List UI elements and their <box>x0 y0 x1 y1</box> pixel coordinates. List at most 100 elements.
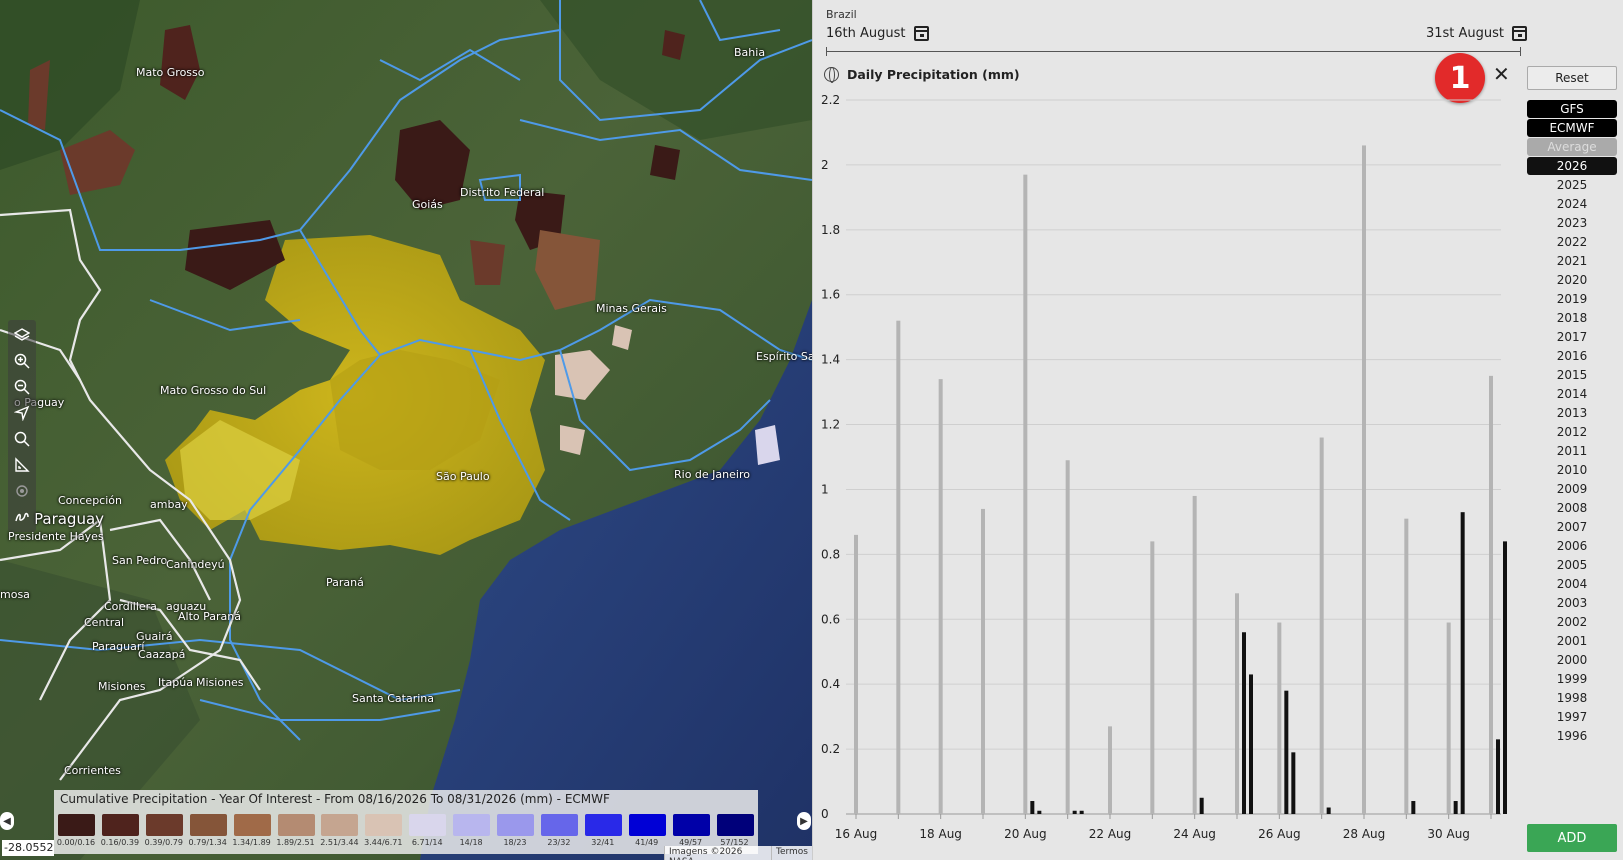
year-item-2017[interactable]: 2017 <box>1527 327 1617 346</box>
scroll-left-icon[interactable]: ◀ <box>0 812 14 830</box>
locate-icon[interactable] <box>8 478 36 504</box>
map-label-espirito-santo: Espírito Sa <box>756 350 812 363</box>
year-selector: GFS ECMWF Average 2026 2025 2024 2023 2022 20… <box>1527 100 1617 745</box>
year-item-2025[interactable]: 2025 <box>1527 175 1617 194</box>
legend-swatch <box>233 814 271 836</box>
year-item-2009[interactable]: 2009 <box>1527 479 1617 498</box>
bar <box>1453 801 1458 814</box>
year-item-2023[interactable]: 2023 <box>1527 213 1617 232</box>
map-label-amambay: ambay <box>150 498 188 511</box>
legend-swatch-label: 2.51/3.44 <box>320 838 359 847</box>
year-item-2001[interactable]: 2001 <box>1527 631 1617 650</box>
year-item-2007[interactable]: 2007 <box>1527 517 1617 536</box>
model-ecmwf-button[interactable]: ECMWF <box>1527 119 1617 137</box>
year-item-1998[interactable]: 1998 <box>1527 688 1617 707</box>
map-label-central: Central <box>84 616 125 629</box>
year-item-2022[interactable]: 2022 <box>1527 232 1617 251</box>
bar <box>1242 632 1246 814</box>
terms-link[interactable]: Termos <box>770 846 812 860</box>
year-item-2005[interactable]: 2005 <box>1527 555 1617 574</box>
map-label-san-pedro: San Pedro <box>112 554 168 567</box>
year-item-2016[interactable]: 2016 <box>1527 346 1617 365</box>
coordinate-readout: -28.0552 <box>2 840 54 856</box>
year-item-2010[interactable]: 2010 <box>1527 460 1617 479</box>
year-item-2026[interactable]: 2026 <box>1527 157 1617 175</box>
calendar-icon[interactable] <box>913 26 929 41</box>
year-item-2015[interactable]: 2015 <box>1527 365 1617 384</box>
draw-icon[interactable] <box>8 504 36 530</box>
start-date-picker[interactable]: 16th August <box>826 26 929 41</box>
legend-swatch-label: 0.79/1.34 <box>188 838 227 847</box>
year-item-1999[interactable]: 1999 <box>1527 669 1617 688</box>
legend-swatch <box>277 814 315 836</box>
legend-swatch <box>584 814 622 836</box>
year-item-2002[interactable]: 2002 <box>1527 612 1617 631</box>
add-button[interactable]: ADD <box>1527 824 1617 852</box>
map-label-paraguari: Paraguarí <box>92 640 145 653</box>
model-gfs-button[interactable]: GFS <box>1527 100 1617 118</box>
satellite-map <box>0 0 812 860</box>
region-label: Brazil <box>826 8 857 21</box>
legend-swatch-label: 0.39/0.79 <box>144 838 183 847</box>
x-tick-label: 26 Aug <box>1258 827 1301 841</box>
legend-swatch-label: 1.34/1.89 <box>232 838 271 847</box>
y-tick-label: 1.8 <box>821 223 840 237</box>
end-date-picker[interactable]: 31st August <box>1426 26 1527 41</box>
year-item-2014[interactable]: 2014 <box>1527 384 1617 403</box>
zoom-in-icon[interactable] <box>8 348 36 374</box>
year-item-2018[interactable]: 2018 <box>1527 308 1617 327</box>
legend-swatch <box>716 814 754 836</box>
y-tick-label: 1 <box>821 482 829 496</box>
year-item-2012[interactable]: 2012 <box>1527 422 1617 441</box>
layers-icon[interactable] <box>8 322 36 348</box>
bar <box>1411 801 1416 814</box>
year-item-1997[interactable]: 1997 <box>1527 707 1617 726</box>
map-label-alto-parana: Alto Paraná <box>178 610 241 623</box>
year-item-2011[interactable]: 2011 <box>1527 441 1617 460</box>
calendar-icon[interactable] <box>1512 26 1527 41</box>
bar <box>1291 752 1296 814</box>
year-item-2003[interactable]: 2003 <box>1527 593 1617 612</box>
year-list: 2026 2025 2024 2023 2022 2021 2020 2019 2018 2017… <box>1527 157 1617 745</box>
legend-swatch-label: 0.00/0.16 <box>56 838 96 847</box>
map-legend: Cumulative Precipitation - Year Of Inter… <box>54 790 758 854</box>
year-item-2019[interactable]: 2019 <box>1527 289 1617 308</box>
bar <box>1326 807 1331 814</box>
map-label-goias: Goiás <box>412 198 443 211</box>
chart-header: Daily Precipitation (mm) <box>824 67 1020 83</box>
bar <box>1446 622 1451 814</box>
map-view[interactable]: Mato Grosso Bahia Goiás Distrito Federal… <box>0 0 812 860</box>
bar <box>1079 810 1084 814</box>
precipitation-chart: 0 0.2 0.4 0.6 0.8 1 1.2 1.4 1.6 1.8 2 2.2 16 Aug 18 A… <box>821 93 1507 841</box>
bar <box>1277 622 1282 814</box>
y-tick-label: 2 <box>821 158 829 172</box>
year-item-1996[interactable]: 1996 <box>1527 726 1617 745</box>
search-icon[interactable] <box>8 426 36 452</box>
year-item-2021[interactable]: 2021 <box>1527 251 1617 270</box>
navigate-icon[interactable] <box>8 400 36 426</box>
year-item-2024[interactable]: 2024 <box>1527 194 1617 213</box>
map-label-paraguay: Paraguay <box>34 510 105 528</box>
zoom-out-icon[interactable] <box>8 374 36 400</box>
year-item-2004[interactable]: 2004 <box>1527 574 1617 593</box>
reset-button[interactable]: Reset <box>1527 66 1617 90</box>
year-item-2000[interactable]: 2000 <box>1527 650 1617 669</box>
bar <box>896 320 901 814</box>
start-date-label: 16th August <box>826 26 906 41</box>
measure-icon[interactable] <box>8 452 36 478</box>
year-item-2020[interactable]: 2020 <box>1527 270 1617 289</box>
model-average-button[interactable]: Average <box>1527 138 1617 156</box>
legend-swatch-label: 23/32 <box>547 838 571 847</box>
year-item-2013[interactable]: 2013 <box>1527 403 1617 422</box>
date-range-slider[interactable] <box>826 47 1521 56</box>
bar <box>1072 810 1077 814</box>
bar <box>1404 518 1409 814</box>
year-item-2008[interactable]: 2008 <box>1527 498 1617 517</box>
map-label-caazapa: Caazapá <box>138 648 186 661</box>
legend-swatch-label: 3.44/6.71 <box>364 838 403 847</box>
scroll-right-icon[interactable]: ▶ <box>797 812 811 830</box>
legend-swatch <box>145 814 183 836</box>
close-icon[interactable]: ✕ <box>1493 62 1510 86</box>
bar <box>1235 593 1239 814</box>
year-item-2006[interactable]: 2006 <box>1527 536 1617 555</box>
